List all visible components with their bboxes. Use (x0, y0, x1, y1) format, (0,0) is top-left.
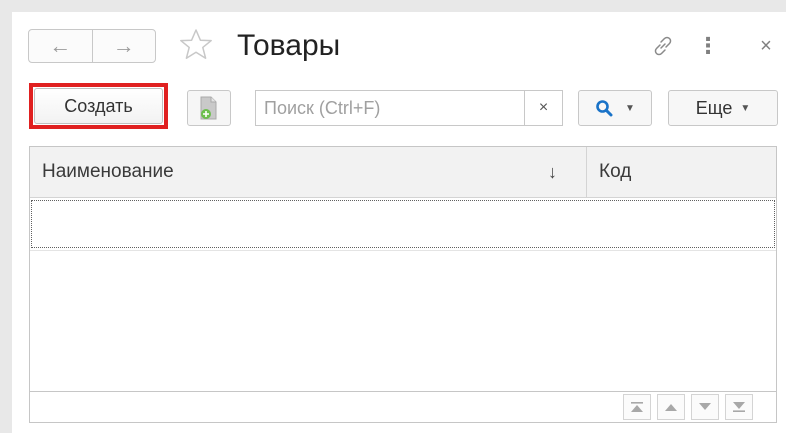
table-row-current[interactable] (31, 200, 775, 248)
search-clear-button[interactable]: × (524, 91, 562, 125)
forward-button[interactable]: → (91, 30, 156, 62)
close-button[interactable]: × (754, 32, 778, 60)
sort-descending-icon: ↓ (548, 161, 557, 182)
star-icon (180, 29, 212, 59)
column-header-name[interactable]: Наименование (30, 147, 586, 197)
create-button[interactable]: Создать (34, 88, 163, 124)
table-scroll-controls (623, 394, 753, 420)
navigation-buttons: ← → (28, 29, 156, 63)
page-title: Товары (237, 29, 341, 62)
scroll-down-button[interactable] (691, 394, 719, 420)
link-button[interactable] (649, 32, 677, 60)
find-button[interactable]: ▼ (578, 90, 652, 126)
create-copy-button[interactable] (187, 90, 231, 126)
chevron-down-icon: ▼ (740, 102, 751, 114)
scroll-first-button[interactable] (623, 394, 651, 420)
column-header-label: Код (599, 161, 632, 182)
scroll-up-icon (665, 404, 677, 411)
kebab-menu-icon: ⋮ (697, 33, 719, 58)
column-header-code[interactable]: Код (587, 147, 776, 197)
link-icon (654, 36, 672, 56)
arrow-left-icon: ← (49, 33, 72, 58)
scroll-last-icon (733, 402, 745, 412)
row-divider (30, 250, 776, 251)
items-table: Наименование ↓ Код (29, 146, 777, 423)
scroll-last-button[interactable] (725, 394, 753, 420)
window-frame-left (0, 0, 12, 433)
favorite-button[interactable] (178, 27, 214, 63)
more-actions-menu-button[interactable]: ⋮ (696, 32, 720, 60)
close-icon: × (538, 99, 549, 116)
arrow-right-icon: → (112, 33, 135, 58)
form-window: ← → Товары ⋮ × Создать Поиск (Ctrl+F) × … (12, 12, 786, 433)
chevron-down-icon: ▼ (625, 102, 635, 114)
scroll-first-icon (631, 402, 643, 412)
scroll-up-button[interactable] (657, 394, 685, 420)
column-header-label: Наименование (42, 161, 174, 182)
more-button-label: Еще (695, 97, 733, 118)
table-header: Наименование ↓ Код (30, 147, 776, 198)
close-icon: × (760, 34, 772, 57)
window-frame-top (0, 0, 786, 12)
scroll-down-icon (699, 403, 711, 410)
search-input[interactable] (256, 91, 524, 125)
search-field: × (255, 90, 563, 126)
back-button[interactable]: ← (29, 30, 92, 62)
more-button[interactable]: Еще ▼ (668, 90, 778, 126)
magnifier-icon (596, 100, 613, 117)
create-copy-icon (200, 96, 217, 120)
table-bottom-border (30, 391, 776, 392)
